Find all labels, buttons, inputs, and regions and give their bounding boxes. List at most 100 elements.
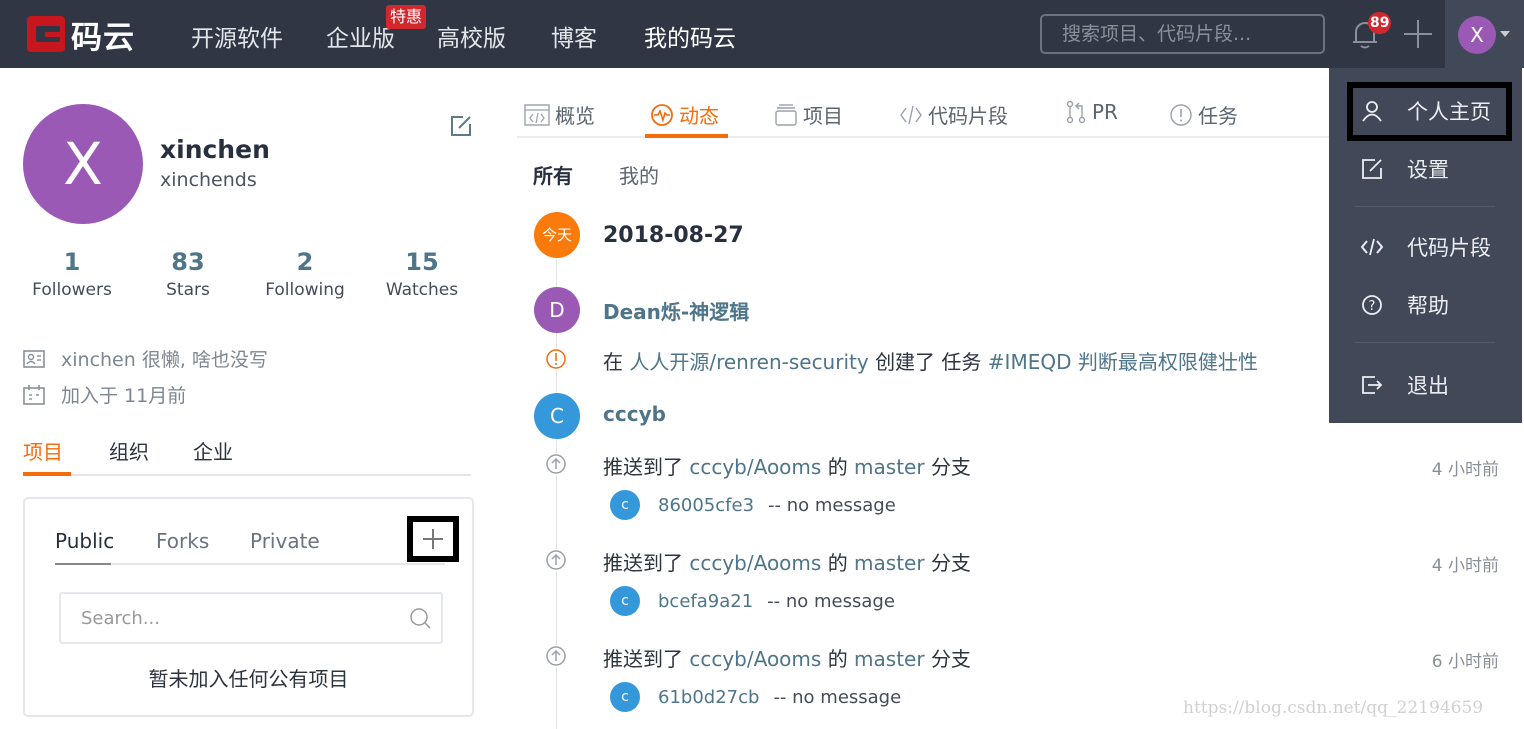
tab-private[interactable]: Private: [250, 529, 320, 553]
commit-hash-link[interactable]: 86005cfe3: [658, 495, 754, 516]
tab-activity[interactable]: 动态: [650, 100, 719, 129]
help-icon: ?: [1362, 295, 1382, 315]
actor-avatar[interactable]: C: [534, 393, 580, 439]
branch-link[interactable]: master: [854, 551, 925, 575]
menu-item-logout[interactable]: 退出: [1329, 360, 1522, 410]
tab-forks[interactable]: Forks: [156, 529, 209, 553]
commit-author-avatar[interactable]: c: [610, 586, 640, 616]
menu-divider: [1355, 342, 1495, 343]
calendar-icon: [23, 384, 45, 405]
pulse-icon: [651, 103, 673, 126]
caret-down-icon: [1500, 31, 1510, 37]
repo-link[interactable]: cccyb/Aooms: [689, 647, 821, 671]
commit-row: c 61b0d27cb -- no message: [610, 682, 901, 712]
commit-row: c 86005cfe3 -- no message: [610, 490, 896, 520]
tab-pr[interactable]: PR: [1065, 100, 1118, 124]
commit-message: -- no message: [773, 686, 902, 708]
logo-g-icon: [27, 16, 65, 52]
profile-bio: xinchen 很懒, 啥也没写: [23, 345, 268, 372]
nav-enterprise[interactable]: 企业版: [326, 19, 395, 53]
repo-link[interactable]: 人人开源/renren-security: [629, 350, 868, 374]
search-icon[interactable]: [409, 607, 431, 629]
tab-divider: [55, 563, 445, 565]
profile-joined: 加入于 11月前: [23, 381, 186, 408]
user-menu-toggle[interactable]: X: [1445, 0, 1524, 68]
actor-name[interactable]: cccyb: [603, 402, 666, 426]
project-search-input[interactable]: [59, 592, 443, 644]
repo-link[interactable]: cccyb/Aooms: [689, 551, 821, 575]
tab-label: 项目: [803, 104, 843, 128]
menu-item-help[interactable]: ? 帮助: [1329, 280, 1522, 330]
stat-label: Watches: [385, 280, 459, 300]
edit-profile-icon[interactable]: [449, 114, 473, 138]
notification-badge: 89: [1368, 12, 1392, 34]
filter-mine[interactable]: 我的: [619, 160, 659, 189]
logout-icon: [1362, 376, 1383, 394]
tab-overview[interactable]: 概览: [524, 100, 595, 129]
push-prefix: 推送到了: [603, 647, 683, 671]
tab-projects-main[interactable]: 项目: [774, 100, 843, 129]
id-card-icon: [23, 349, 45, 368]
tab-public[interactable]: Public: [55, 529, 114, 553]
tab-label: 代码片段: [928, 104, 1008, 128]
tab-projects[interactable]: 项目: [23, 436, 63, 465]
menu-item-profile[interactable]: 个人主页: [1329, 86, 1522, 136]
tab-label: PR: [1092, 100, 1118, 124]
menu-item-snippets[interactable]: 代码片段: [1329, 222, 1522, 272]
profile-avatar: X: [23, 104, 143, 224]
logo[interactable]: 码云: [27, 14, 135, 56]
menu-item-label: 退出: [1407, 374, 1449, 398]
code-icon: [900, 105, 922, 124]
active-tab-indicator: [23, 472, 71, 476]
active-tab-indicator: [645, 134, 728, 138]
global-search-input[interactable]: [1040, 14, 1325, 54]
repo-link[interactable]: cccyb/Aooms: [689, 455, 821, 479]
pull-request-icon: [1066, 100, 1086, 124]
profile-tabs: 项目 组织 企业: [23, 432, 471, 476]
stat-value: 2: [296, 248, 314, 276]
tab-snippets[interactable]: 代码片段: [899, 100, 1008, 129]
push-suffix: 分支: [930, 455, 971, 479]
commit-hash-link[interactable]: 61b0d27cb: [658, 687, 759, 708]
stat-stars[interactable]: 83 Stars: [138, 248, 238, 300]
event-time: 4 小时前: [1431, 556, 1499, 576]
event-time: 4 小时前: [1431, 460, 1499, 480]
stat-label: Stars: [166, 280, 210, 300]
commit-author-avatar[interactable]: c: [610, 682, 640, 712]
branch-link[interactable]: master: [854, 647, 925, 671]
joined-text: 加入于 11月前: [61, 385, 187, 407]
filter-all[interactable]: 所有: [533, 160, 573, 189]
commit-author-avatar[interactable]: c: [610, 490, 640, 520]
nav-blog[interactable]: 博客: [551, 19, 597, 53]
tab-issues[interactable]: 任务: [1169, 100, 1238, 129]
commit-hash-link[interactable]: bcefa9a21: [658, 591, 753, 612]
issue-icon: [1170, 103, 1192, 126]
stat-watches[interactable]: 15 Watches: [372, 248, 472, 300]
user-dropdown-menu: 个人主页 设置 代码片段 ? 帮助 退出: [1329, 68, 1522, 423]
logo-text: 码云: [71, 19, 135, 56]
menu-divider: [1355, 206, 1495, 207]
issue-link[interactable]: #IMEQD 判断最高权限健壮性: [988, 350, 1258, 374]
stat-followers[interactable]: 1 Followers: [22, 248, 122, 300]
menu-item-settings[interactable]: 设置: [1329, 144, 1522, 194]
bio-text: xinchen 很懒, 啥也没写: [61, 349, 268, 371]
add-project-button[interactable]: [407, 516, 459, 562]
profile-username: xinchends: [160, 169, 257, 191]
stat-following[interactable]: 2 Following: [255, 248, 355, 300]
tab-organizations[interactable]: 组织: [109, 436, 149, 465]
push-arrow-icon: [545, 453, 567, 475]
tab-enterprises[interactable]: 企业: [193, 436, 233, 465]
nav-open-source[interactable]: 开源软件: [191, 19, 283, 53]
menu-item-label: 帮助: [1407, 294, 1449, 318]
branch-link[interactable]: master: [854, 455, 925, 479]
actor-name[interactable]: Dean烁-神逻辑: [603, 296, 749, 325]
date-heading: 2018-08-27: [603, 223, 744, 248]
stat-value: 15: [405, 248, 439, 276]
push-mid: 的: [827, 551, 848, 575]
nav-university[interactable]: 高校版: [437, 19, 506, 53]
actor-avatar[interactable]: D: [534, 287, 580, 333]
profile-name: xinchen: [160, 135, 270, 164]
create-plus-icon[interactable]: [1404, 20, 1432, 48]
nav-my-gitee[interactable]: 我的码云: [644, 19, 736, 53]
menu-item-label: 个人主页: [1407, 100, 1491, 124]
